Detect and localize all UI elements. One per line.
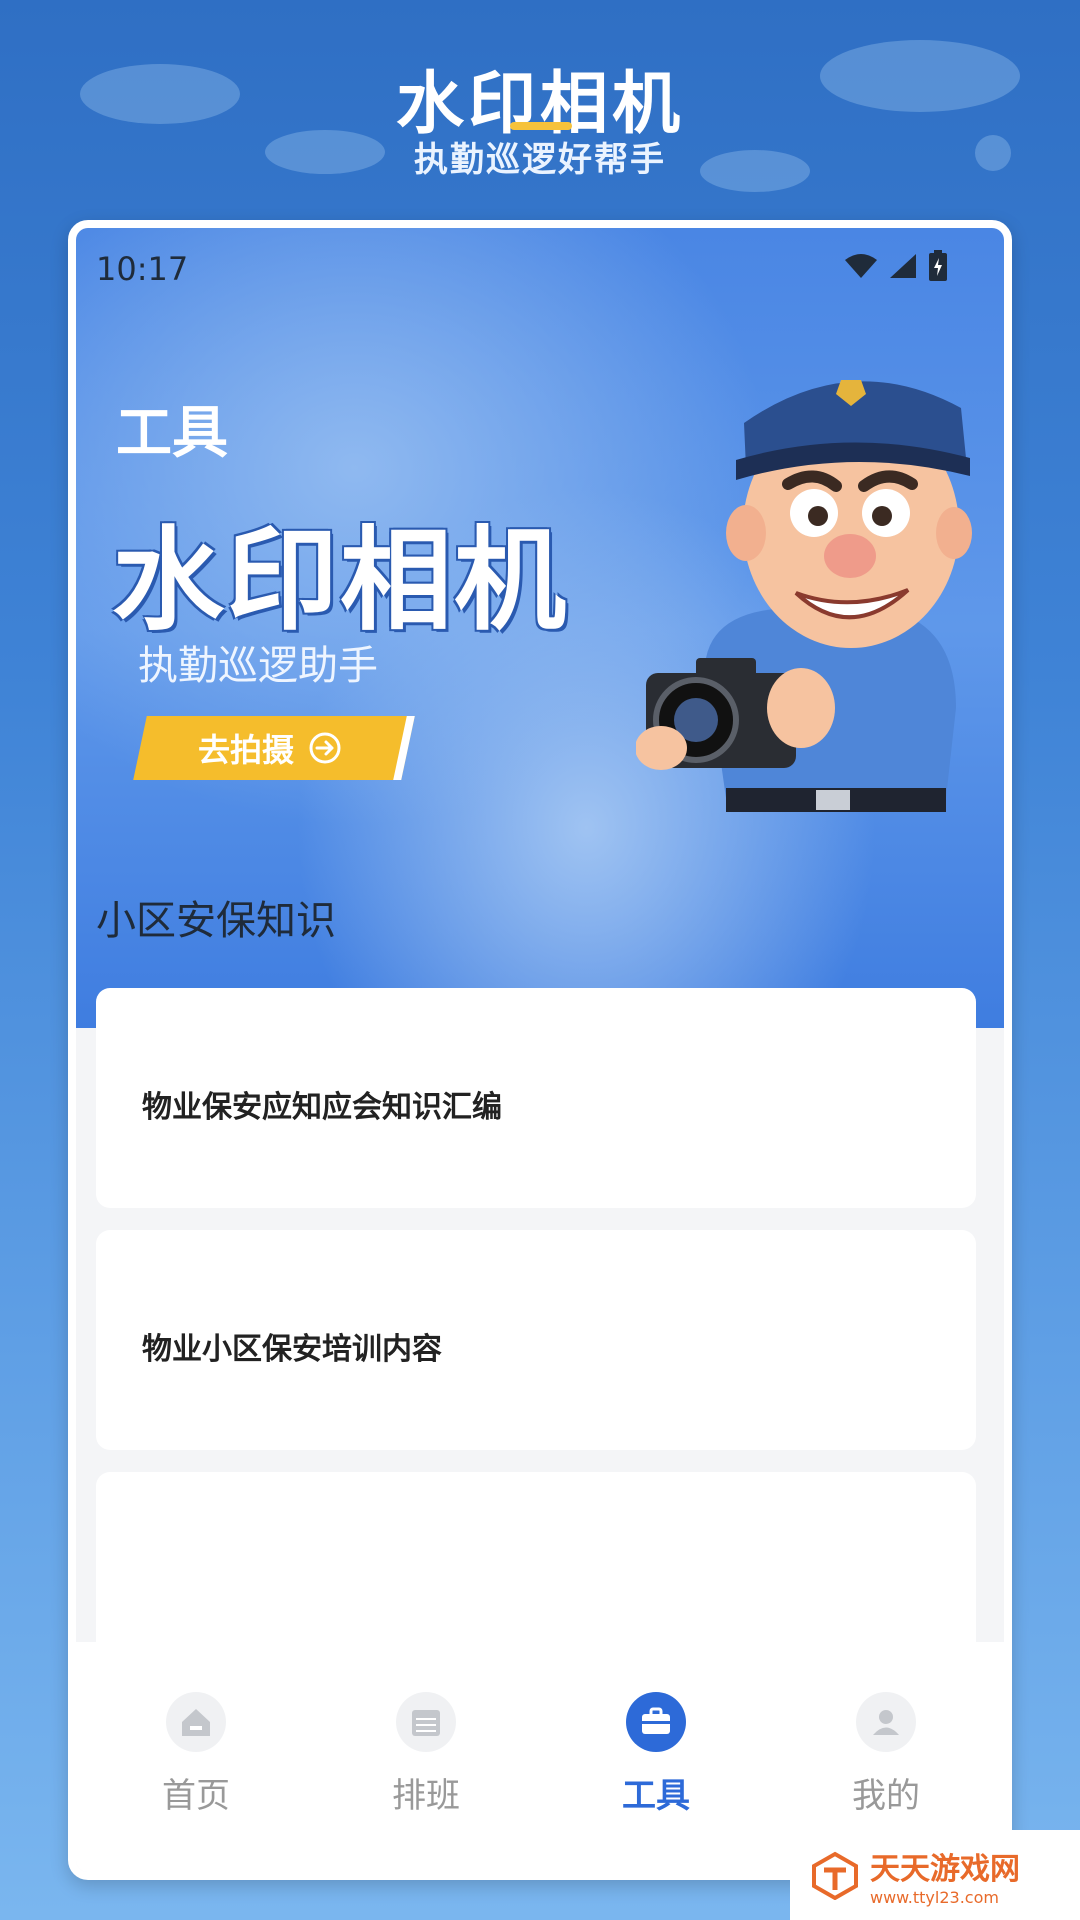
- status-icons: [844, 250, 948, 282]
- hero-subtitle: 执勤巡逻助手: [138, 643, 378, 689]
- hero-banner: 10:17 工具 水印相机 执勤巡逻助手 去拍摄 小区安保知识: [76, 228, 1004, 1028]
- user-icon: [856, 1692, 916, 1752]
- section-title-knowledge: 小区安保知识: [96, 898, 336, 944]
- tab-tools[interactable]: 工具: [576, 1692, 736, 1817]
- arrow-right-circle-icon: [309, 732, 341, 764]
- tab-home-label: 首页: [162, 1776, 230, 1816]
- phone-screen: 10:17 工具 水印相机 执勤巡逻助手 去拍摄 小区安保知识 物业保安应知应会…: [68, 220, 1012, 1880]
- site-logo-icon: [812, 1851, 858, 1900]
- police-mascot-illustration: [636, 380, 972, 812]
- tab-schedule[interactable]: 排班: [346, 1692, 506, 1817]
- tab-schedule-label: 排班: [392, 1776, 460, 1816]
- tab-mine[interactable]: 我的: [806, 1692, 966, 1817]
- site-watermark: 天天游戏网 www.ttyl23.com: [790, 1830, 1080, 1920]
- hero-small-title: 工具: [116, 401, 228, 466]
- battery-charging-icon: [929, 250, 947, 281]
- watermark-url: www.ttyl23.com: [870, 1887, 999, 1907]
- hero-big-title: 水印相机: [112, 516, 568, 646]
- status-time: 10:17: [96, 250, 189, 288]
- wifi-icon: [845, 254, 877, 278]
- watermark-name: 天天游戏网: [870, 1851, 1020, 1887]
- tab-home[interactable]: 首页: [116, 1692, 276, 1817]
- calendar-icon: [396, 1692, 456, 1752]
- tab-mine-label: 我的: [852, 1776, 920, 1816]
- knowledge-card-title: 物业小区保安培训内容: [142, 1332, 442, 1367]
- knowledge-card[interactable]: 物业保安应知应会知识汇编: [96, 988, 976, 1208]
- home-icon: [166, 1692, 226, 1752]
- tab-tools-label: 工具: [622, 1776, 690, 1816]
- toolbox-icon: [626, 1692, 686, 1752]
- go-shoot-button[interactable]: 去拍摄: [133, 716, 415, 780]
- knowledge-card[interactable]: 物业小区保安培训内容: [96, 1230, 976, 1450]
- go-shoot-label: 去拍摄: [197, 731, 294, 769]
- knowledge-card-title: 物业保安应知应会知识汇编: [142, 1090, 502, 1125]
- signal-icon: [890, 254, 916, 278]
- promo-subtitle: 执勤巡逻好帮手: [414, 140, 666, 180]
- promo-title-underline: [510, 122, 572, 130]
